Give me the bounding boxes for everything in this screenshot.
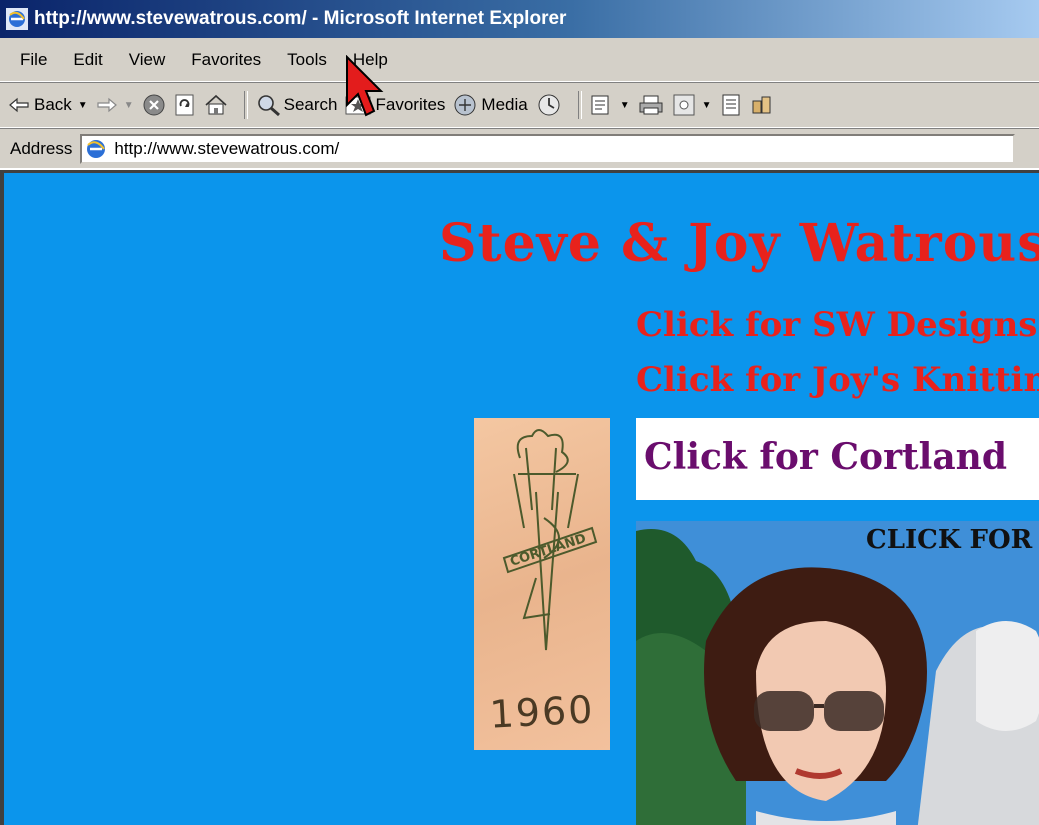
- home-icon: [205, 94, 227, 115]
- emblem-year: 1960: [488, 687, 596, 737]
- joy-photo[interactable]: [636, 521, 1039, 825]
- window-title: http://www.stevewatrous.com/ - Microsoft…: [34, 8, 567, 29]
- toolbar-separator: [577, 91, 582, 119]
- search-icon: [257, 95, 280, 117]
- mail-dropdown-icon[interactable]: ▼: [620, 100, 630, 111]
- print-button[interactable]: [638, 94, 664, 116]
- home-button[interactable]: [204, 94, 228, 116]
- address-label: Address: [10, 138, 73, 158]
- page-ie-icon: [87, 139, 106, 158]
- media-button[interactable]: Media: [453, 93, 528, 117]
- menu-bar: File Edit View Favorites Tools Help: [0, 38, 1039, 82]
- cortland-crest-icon: CORTLAND: [502, 429, 598, 651]
- search-button[interactable]: Search: [256, 93, 338, 117]
- history-clock-icon: [538, 94, 560, 116]
- edit-dropdown-icon[interactable]: ▼: [702, 100, 712, 111]
- edit-page-icon: [673, 94, 695, 116]
- back-label: Back: [34, 95, 72, 114]
- mail-button[interactable]: ▼: [590, 94, 630, 116]
- standard-toolbar: Back ▼ ▼ Search Favorites Media ▼ ▼: [0, 82, 1039, 128]
- menu-view[interactable]: View: [129, 50, 166, 70]
- site-title: Steve & Joy Watrous: [439, 213, 1039, 274]
- cortland-link-box[interactable]: Click for Cortland: [636, 418, 1039, 500]
- printer-icon: [639, 95, 663, 115]
- page-viewport: Steve & Joy Watrous Click for SW Designs…: [0, 170, 1039, 825]
- window-titlebar[interactable]: http://www.stevewatrous.com/ - Microsoft…: [0, 0, 1039, 38]
- media-icon: [454, 94, 476, 116]
- back-dropdown-icon[interactable]: ▼: [78, 100, 88, 111]
- address-bar: Address: [0, 128, 1039, 168]
- document-icon: [722, 94, 740, 116]
- sw-designs-link[interactable]: Click for SW Designs: [636, 305, 1037, 345]
- address-field[interactable]: [80, 133, 1016, 164]
- favorites-star-icon: [345, 96, 371, 115]
- cortland-emblem-image: CORTLAND 1960: [474, 418, 610, 750]
- messenger-button[interactable]: [750, 93, 774, 117]
- discuss-button[interactable]: [720, 93, 742, 117]
- browser-chrome: File Edit View Favorites Tools Help Back…: [0, 38, 1039, 168]
- back-arrow-icon: [9, 97, 29, 113]
- messenger-icon: [752, 96, 771, 114]
- media-label: Media: [481, 95, 528, 114]
- forward-dropdown-icon[interactable]: ▼: [124, 100, 134, 111]
- history-button[interactable]: [536, 93, 562, 117]
- address-input[interactable]: [108, 137, 967, 160]
- ie-icon: [6, 8, 28, 30]
- emblem-label: CORTLAND: [508, 531, 588, 570]
- menu-help[interactable]: Help: [353, 50, 388, 70]
- refresh-icon: [175, 94, 194, 116]
- search-label: Search: [283, 95, 338, 114]
- menu-file[interactable]: File: [20, 50, 47, 70]
- stop-button[interactable]: [142, 93, 166, 117]
- refresh-button[interactable]: [174, 93, 196, 117]
- cortland-link[interactable]: Click for Cortland: [644, 436, 1007, 478]
- menu-edit[interactable]: Edit: [73, 50, 102, 70]
- forward-arrow-icon: [97, 97, 117, 113]
- menu-tools[interactable]: Tools: [287, 50, 327, 70]
- portrait-image: [636, 521, 1039, 825]
- stop-icon: [143, 94, 165, 116]
- favorites-button[interactable]: Favorites: [345, 94, 445, 116]
- edit-button[interactable]: ▼: [672, 93, 712, 117]
- favorites-label: Favorites: [375, 95, 446, 114]
- mail-icon: [591, 95, 609, 115]
- joys-knitting-link[interactable]: Click for Joy's Knitting: [636, 360, 1039, 400]
- toolbar-separator: [243, 91, 248, 119]
- back-button[interactable]: Back ▼: [8, 95, 88, 115]
- menu-favorites[interactable]: Favorites: [191, 50, 261, 70]
- photo-caption: CLICK FOR: [866, 525, 1033, 555]
- forward-button[interactable]: ▼: [96, 97, 134, 113]
